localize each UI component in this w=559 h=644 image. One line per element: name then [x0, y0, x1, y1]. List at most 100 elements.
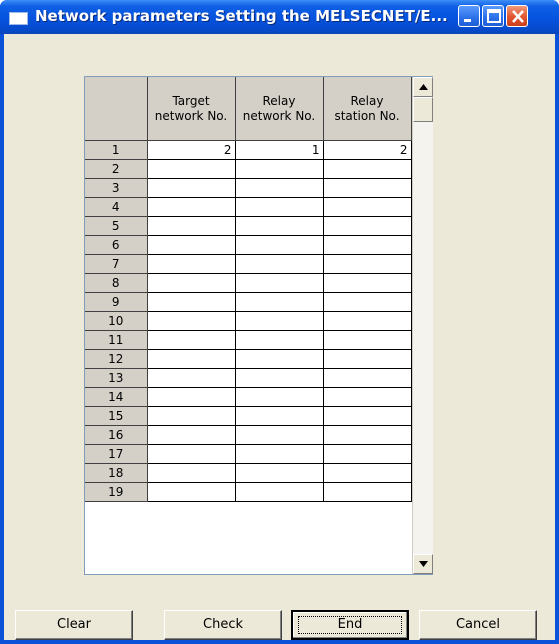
cell-target-network[interactable]	[146, 254, 236, 274]
cell-relay-station[interactable]	[322, 387, 412, 407]
cell-target-network[interactable]	[146, 444, 236, 464]
row-number: 16	[85, 425, 148, 445]
table-row: 16	[85, 425, 412, 445]
scroll-down-button[interactable]	[413, 554, 433, 574]
cell-relay-station[interactable]	[322, 444, 412, 464]
focus-rectangle	[298, 616, 402, 634]
cell-relay-network[interactable]	[234, 406, 324, 426]
row-number: 4	[85, 197, 148, 217]
corner-header	[85, 77, 148, 141]
cell-target-network[interactable]	[146, 178, 236, 198]
cell-relay-network[interactable]	[234, 463, 324, 483]
cell-relay-station[interactable]	[322, 330, 412, 350]
cell-target-network[interactable]	[146, 387, 236, 407]
cell-relay-station[interactable]	[322, 311, 412, 331]
cell-relay-station[interactable]	[322, 159, 412, 179]
cell-relay-network[interactable]	[234, 368, 324, 388]
cell-relay-station[interactable]: 2	[322, 140, 412, 160]
cell-relay-station[interactable]	[322, 368, 412, 388]
table-row: 19	[85, 482, 412, 502]
row-number: 18	[85, 463, 148, 483]
table-row: 7	[85, 254, 412, 274]
row-number: 13	[85, 368, 148, 388]
cell-target-network[interactable]	[146, 425, 236, 445]
cell-relay-network[interactable]	[234, 311, 324, 331]
cell-relay-network[interactable]	[234, 349, 324, 369]
cell-relay-station[interactable]	[322, 463, 412, 483]
scroll-up-icon	[419, 84, 428, 90]
column-header-relay-network[interactable]: Relay network No.	[234, 77, 324, 141]
title-bar[interactable]: Network parameters Setting the MELSECNET…	[0, 0, 559, 34]
maximize-button[interactable]	[482, 5, 504, 27]
cell-relay-station[interactable]	[322, 216, 412, 236]
cell-relay-station[interactable]	[322, 254, 412, 274]
row-number: 6	[85, 235, 148, 255]
row-number: 14	[85, 387, 148, 407]
minimize-button[interactable]	[458, 5, 480, 27]
cell-target-network[interactable]: 2	[146, 140, 236, 160]
cell-target-network[interactable]	[146, 273, 236, 293]
cell-relay-network[interactable]: 1	[234, 140, 324, 160]
cell-relay-station[interactable]	[322, 482, 412, 502]
cell-relay-network[interactable]	[234, 292, 324, 312]
cell-relay-network[interactable]	[234, 235, 324, 255]
cell-relay-network[interactable]	[234, 387, 324, 407]
row-number: 7	[85, 254, 148, 274]
dialog-window: Network parameters Setting the MELSECNET…	[0, 0, 559, 644]
cell-relay-station[interactable]	[322, 178, 412, 198]
row-number: 8	[85, 273, 148, 293]
cell-target-network[interactable]	[146, 311, 236, 331]
cell-target-network[interactable]	[146, 159, 236, 179]
cell-relay-station[interactable]	[322, 349, 412, 369]
cell-relay-station[interactable]	[322, 406, 412, 426]
cell-target-network[interactable]	[146, 216, 236, 236]
cell-target-network[interactable]	[146, 463, 236, 483]
scroll-thumb[interactable]	[413, 97, 433, 122]
cell-target-network[interactable]	[146, 349, 236, 369]
cancel-button[interactable]: Cancel	[419, 610, 537, 640]
minimize-icon	[464, 19, 471, 22]
cell-relay-network[interactable]	[234, 216, 324, 236]
table-row: 14	[85, 387, 412, 407]
cell-relay-network[interactable]	[234, 330, 324, 350]
close-button[interactable]	[506, 5, 528, 27]
end-button[interactable]: End	[291, 610, 409, 640]
cell-relay-network[interactable]	[234, 444, 324, 464]
cell-target-network[interactable]	[146, 235, 236, 255]
cell-target-network[interactable]	[146, 197, 236, 217]
table-row: 6	[85, 235, 412, 255]
row-number: 19	[85, 482, 148, 502]
row-number: 12	[85, 349, 148, 369]
column-header-relay-station[interactable]: Relay station No.	[322, 77, 412, 141]
cell-relay-station[interactable]	[322, 425, 412, 445]
row-number: 3	[85, 178, 148, 198]
cell-relay-station[interactable]	[322, 273, 412, 293]
cell-relay-network[interactable]	[234, 254, 324, 274]
cell-target-network[interactable]	[146, 368, 236, 388]
table-row: 12	[85, 349, 412, 369]
row-number: 1	[85, 140, 148, 160]
routing-grid: Target network No. Relay network No. Rel…	[85, 77, 412, 502]
cell-target-network[interactable]	[146, 406, 236, 426]
cell-relay-network[interactable]	[234, 482, 324, 502]
table-row: 8	[85, 273, 412, 293]
cell-relay-station[interactable]	[322, 235, 412, 255]
cell-relay-network[interactable]	[234, 159, 324, 179]
cell-relay-network[interactable]	[234, 197, 324, 217]
cell-relay-station[interactable]	[322, 292, 412, 312]
scroll-up-button[interactable]	[413, 77, 433, 97]
cell-target-network[interactable]	[146, 292, 236, 312]
vertical-scrollbar[interactable]	[412, 77, 433, 574]
column-header-line: network No.	[154, 108, 228, 123]
cell-target-network[interactable]	[146, 482, 236, 502]
cell-relay-network[interactable]	[234, 425, 324, 445]
cell-relay-station[interactable]	[322, 197, 412, 217]
window-title: Network parameters Setting the MELSECNET…	[35, 7, 448, 25]
table-row: 3	[85, 178, 412, 198]
cell-relay-network[interactable]	[234, 178, 324, 198]
check-button[interactable]: Check	[164, 610, 282, 640]
cell-target-network[interactable]	[146, 330, 236, 350]
clear-button[interactable]: Clear	[15, 610, 133, 640]
column-header-target-network[interactable]: Target network No.	[146, 77, 236, 141]
cell-relay-network[interactable]	[234, 273, 324, 293]
